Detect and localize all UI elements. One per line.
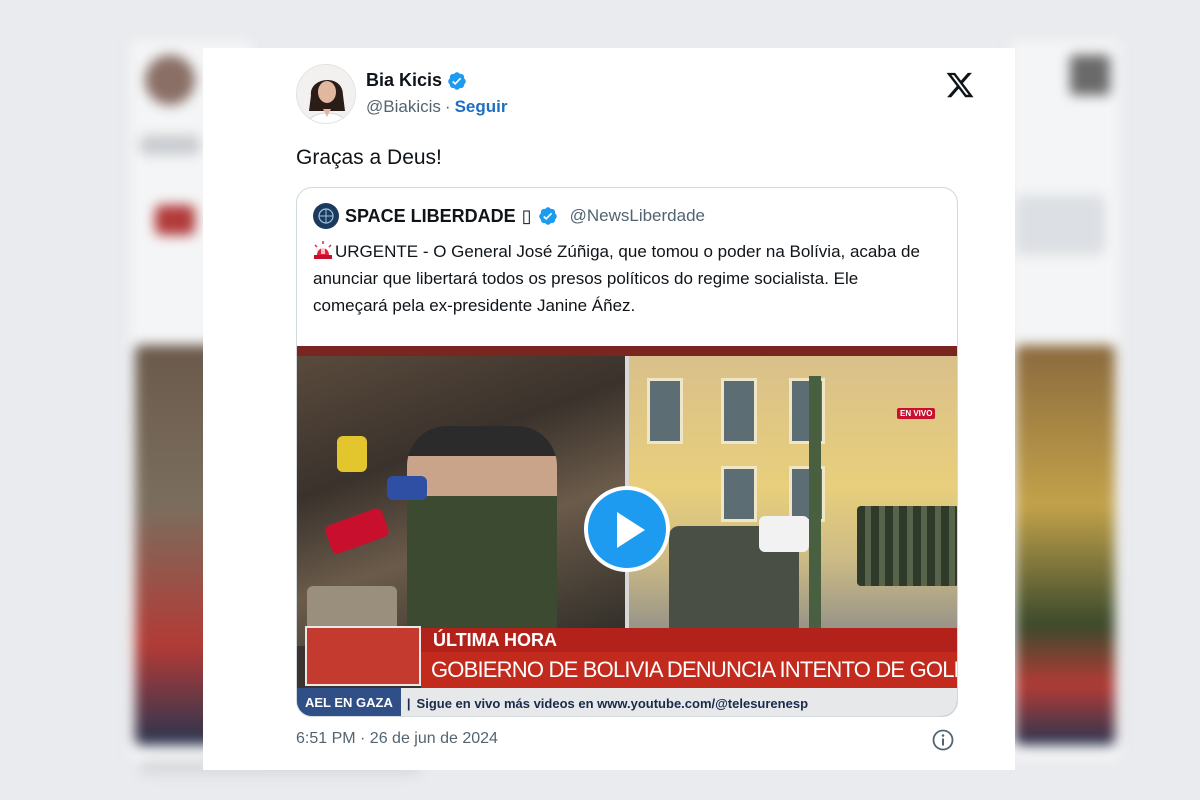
ticker-separator: | (406, 695, 411, 711)
microphone-shape (337, 436, 367, 472)
follow-button[interactable]: Seguir (455, 97, 508, 117)
video-player[interactable]: EN VIVO ÚLTIMA HORA GOBIERNO DE BOLIVIA … (297, 346, 957, 716)
bg-blob (140, 135, 200, 155)
news-ticker: AEL EN GAZA | Sigue en vivo más videos e… (297, 688, 957, 716)
verified-badge-icon (447, 71, 467, 91)
quoted-author-name: SPACE LIBERDADE (345, 205, 516, 226)
microphone-shape (387, 476, 427, 500)
bg-blob (1015, 195, 1105, 255)
bg-blob (1070, 55, 1110, 95)
bg-blob (145, 55, 195, 105)
quoted-author-handle: @NewsLiberdade (569, 206, 705, 225)
video-top-strip (297, 346, 957, 356)
name-glyph: ▯ (521, 205, 532, 226)
window-shape (721, 466, 757, 522)
author-block: Bia Kicis @Biakicis · Seguir (366, 70, 507, 117)
separator-dot: · (444, 97, 451, 116)
video-right-panel (629, 356, 957, 646)
quoted-tweet-text-block: URGENTE - O General José Zúñiga, que tom… (313, 238, 933, 319)
quoted-tweet-text: URGENTE - O General José Zúñiga, que tom… (313, 242, 920, 315)
live-badge: EN VIVO (897, 408, 936, 419)
tweet-header: Bia Kicis @Biakicis · Seguir (296, 64, 975, 128)
lamp-post-shape (809, 376, 821, 646)
car-shape (759, 516, 809, 552)
quoted-tweet[interactable]: SPACE LIBERDADE ▯ @NewsLiberdade URGENTE… (296, 187, 958, 717)
tweet-card: Bia Kicis @Biakicis · Seguir Graças a De… (203, 48, 1015, 770)
author-name[interactable]: Bia Kicis (366, 70, 442, 91)
globe-icon (314, 204, 338, 228)
author-handle[interactable]: @Biakicis (366, 97, 441, 117)
microphone-shape (323, 506, 391, 556)
avatar-portrait (297, 65, 355, 123)
tweet-timestamp[interactable]: 6:51 PM · 26 de jun de 2024 (296, 730, 498, 748)
quoted-tweet-header: SPACE LIBERDADE ▯ @NewsLiberdade (313, 203, 705, 229)
bg-blob (1015, 345, 1115, 745)
troops-shape (857, 506, 957, 586)
verified-badge-icon (538, 206, 558, 226)
lower-third-title: ÚLTIMA HORA (421, 628, 957, 652)
handle-row: @Biakicis · Seguir (366, 97, 507, 117)
info-icon[interactable] (931, 728, 955, 752)
lower-third-headline: GOBIERNO DE BOLIVIA DENUNCIA INTENTO DE … (421, 652, 957, 688)
video-left-panel (297, 356, 625, 646)
alarm-siren-icon (313, 240, 333, 259)
avatar[interactable] (296, 64, 356, 124)
window-shape (721, 378, 757, 444)
tweet-text: Graças a Deus! (296, 146, 442, 169)
ticker-left-text: AEL EN GAZA (297, 688, 401, 716)
ticker-right-text: Sigue en vivo más videos en www.youtube.… (416, 695, 809, 711)
video-figure (407, 426, 557, 646)
bg-blob (155, 205, 195, 235)
play-icon (617, 512, 645, 548)
lower-third-thumbnail (305, 626, 421, 686)
play-button[interactable] (584, 486, 670, 572)
x-logo-icon[interactable] (945, 70, 975, 100)
quoted-avatar[interactable] (313, 203, 339, 229)
author-name-row: Bia Kicis (366, 70, 507, 91)
window-shape (647, 378, 683, 444)
